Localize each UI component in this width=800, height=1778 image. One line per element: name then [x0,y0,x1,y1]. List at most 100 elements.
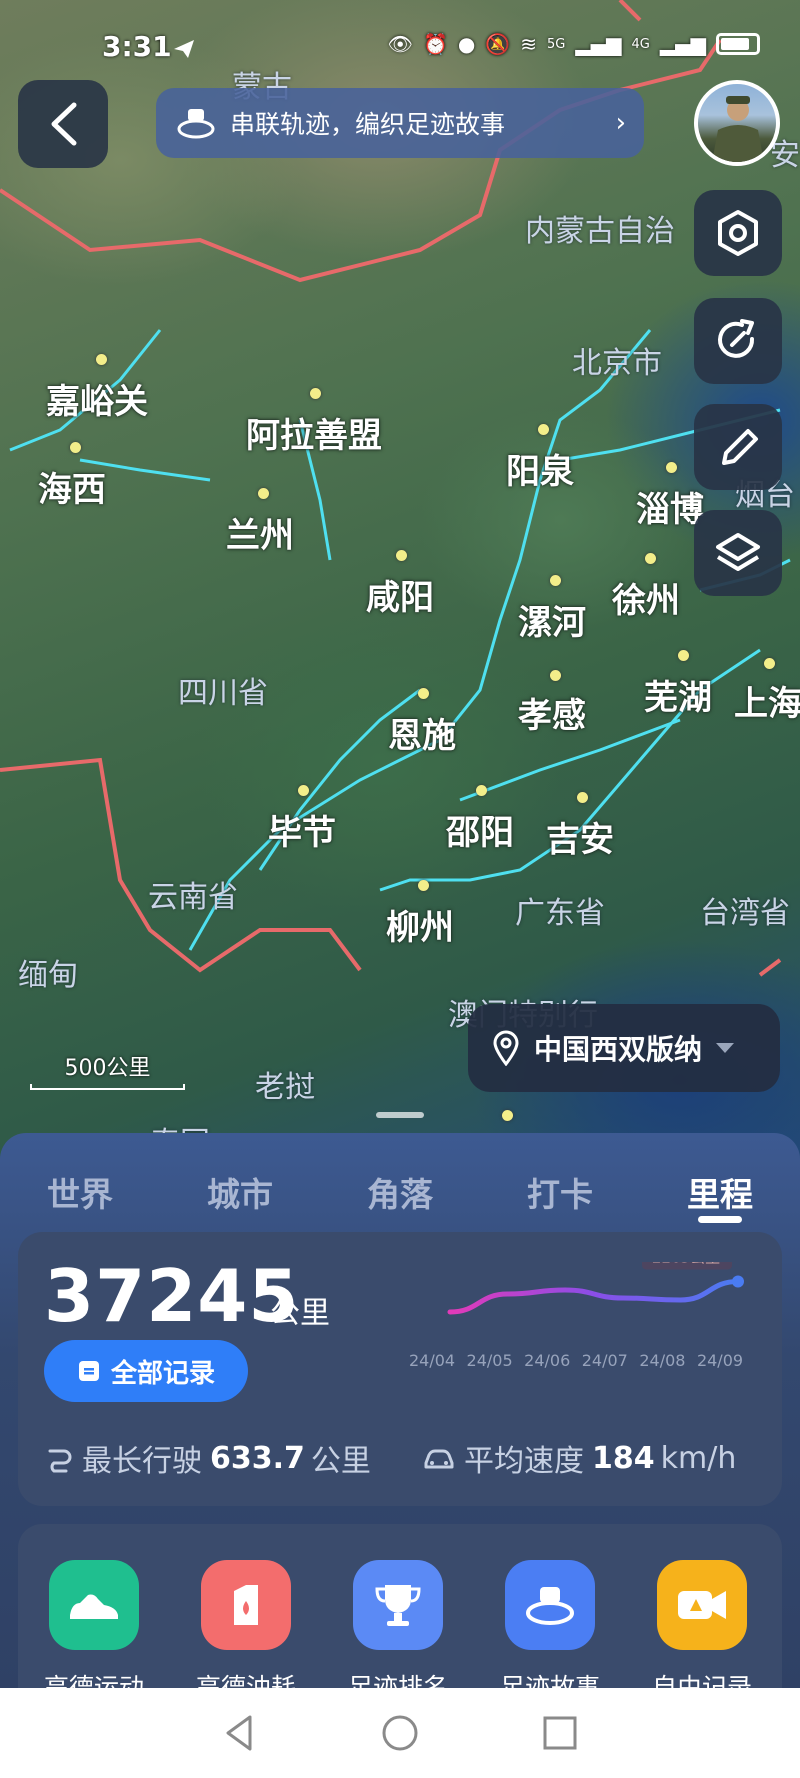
hexagon-settings-icon [718,210,758,256]
city-label[interactable]: 恩施 [388,708,456,757]
map-region-label: 云南省 [148,880,238,915]
tab-corner[interactable]: 角落 [320,1160,480,1230]
back-button[interactable] [18,80,108,168]
nav-recents-icon[interactable] [540,1713,580,1753]
city-label[interactable]: 邵阳 [446,805,514,854]
x-tick-label: 24/08 [639,1351,685,1370]
signal-icon: ▂▄▆ [575,32,622,56]
city-dot [678,650,689,661]
location-icon: ● [457,32,476,56]
pencil-icon [722,429,758,465]
edit-button[interactable] [694,404,782,490]
nav-back-icon[interactable] [220,1713,260,1753]
city-label[interactable]: 咸阳 [366,570,434,619]
map-region-label: 广东省 [515,896,605,931]
map-region-label: 四川省 [178,676,268,711]
city-dot [764,658,775,669]
city-label[interactable]: 徐州 [612,573,680,622]
city-dot [577,792,588,803]
city-dot [645,553,656,564]
all-records-button[interactable]: 全部记录 [44,1340,248,1402]
chevron-left-icon [51,102,77,146]
tab-city[interactable]: 城市 [160,1160,320,1230]
chevron-right-icon: › [615,108,626,138]
longest-drive-stat: 最长行驶 633.7 公里 [44,1436,371,1480]
settings-button[interactable] [694,190,782,276]
scale-bar [30,1084,185,1090]
avg-speed-value: 184 [592,1440,655,1476]
x-tick-label: 24/06 [524,1351,570,1370]
trend-line [447,1278,741,1315]
city-label[interactable]: 阿拉善盟 [246,408,382,457]
active-tab-indicator [698,1216,742,1223]
city-label[interactable]: 毕节 [268,805,336,854]
nav-home-icon[interactable] [380,1713,420,1753]
city-label[interactable]: 嘉峪关 [46,374,148,423]
status-icons: 👁 ⏰ ● 🔕 ≋ 5G ▂▄▆ 4G ▂▄▆ [388,32,760,56]
city-label[interactable]: 芜湖 [644,670,712,719]
avatar-figure [712,96,764,162]
layers-button[interactable] [694,510,782,596]
map-region-label: 老挝 [255,1070,315,1105]
avatar[interactable] [694,80,780,166]
sneaker-icon [70,1594,118,1619]
city-label[interactable]: 海西 [38,462,106,511]
tab-checkin[interactable]: 打卡 [480,1160,640,1230]
eye-icon: 👁 [387,32,413,56]
city-label[interactable]: 孝感 [518,688,586,737]
app-footprint-ranking[interactable]: 足迹排名 [338,1560,458,1704]
city-dot [550,575,561,586]
app-icon-tile [657,1560,747,1650]
app-free-record[interactable]: 自由记录 [642,1560,762,1704]
app-icon-tile [201,1560,291,1650]
banner-text: 串联轨迹，编织足迹故事 [230,110,506,139]
app-gaode-fuel[interactable]: 高德油耗 [186,1560,306,1704]
x-tick-label: 24/05 [467,1351,513,1370]
city-dot [96,354,107,365]
city-label[interactable]: 兰州 [226,508,294,557]
city-dot [310,388,321,399]
total-distance-value: 37245 [44,1254,300,1338]
send-icon [174,40,194,58]
app-icon-tile [353,1560,443,1650]
fuel-can-icon [234,1585,258,1625]
trophy-icon [375,1585,421,1626]
scale-label: 500公里 [64,1056,151,1081]
map-region-label: 缅甸 [18,958,78,993]
share-button[interactable] [694,298,782,384]
tab-world[interactable]: 世界 [0,1160,160,1230]
tab-bar: 世界 城市 角落 打卡 里程 [0,1160,800,1230]
app-gaode-sport[interactable]: 高德运动 [34,1560,154,1704]
story-banner[interactable]: 串联轨迹，编织足迹故事 › [156,88,644,158]
city-label[interactable]: 上海 [734,676,800,725]
city-dot [258,488,269,499]
city-dot [396,550,407,561]
location-selector[interactable]: 中国西双版纳 [468,1004,780,1092]
city-label[interactable]: 漯河 [518,595,586,644]
city-dot [298,785,309,796]
map-region-label: 北京市 [572,346,662,381]
city-label[interactable]: 阳泉 [506,444,574,493]
app-icon-tile [49,1560,139,1650]
app-footprint-story[interactable]: 足迹故事 [490,1560,610,1704]
city-dot [550,670,561,681]
signal-4g-label: 4G [631,36,650,52]
x-tick-label: 24/07 [582,1351,628,1370]
location-pin-icon [493,1030,519,1066]
car-icon [424,1449,454,1469]
x-tick-label: 24/04 [410,1351,455,1370]
longest-drive-unit: 公里 [310,1444,371,1479]
city-label[interactable]: 柳州 [386,900,454,949]
trend-annotation: 2263公里 [652,1262,720,1266]
avg-speed-label: 平均速度 [464,1444,584,1479]
longest-drive-label: 最长行驶 [82,1444,202,1479]
map-view[interactable]: 蒙古 内蒙古自治 北京市 四川省 云南省 广东省 台湾省 缅甸 老挝 安 澳门特… [0,0,800,1161]
all-records-label: 全部记录 [110,1358,215,1389]
signal-5g-label: 5G [546,36,566,52]
city-label[interactable]: 吉安 [546,812,614,861]
mute-icon: 🔕 [485,32,511,56]
status-bar: 3:31 👁 ⏰ ● 🔕 ≋ 5G ▂▄▆ 4G ▂▄▆ [0,0,800,90]
caret-down-icon [716,1043,735,1053]
drag-handle[interactable] [376,1112,424,1118]
share-icon [718,319,755,358]
